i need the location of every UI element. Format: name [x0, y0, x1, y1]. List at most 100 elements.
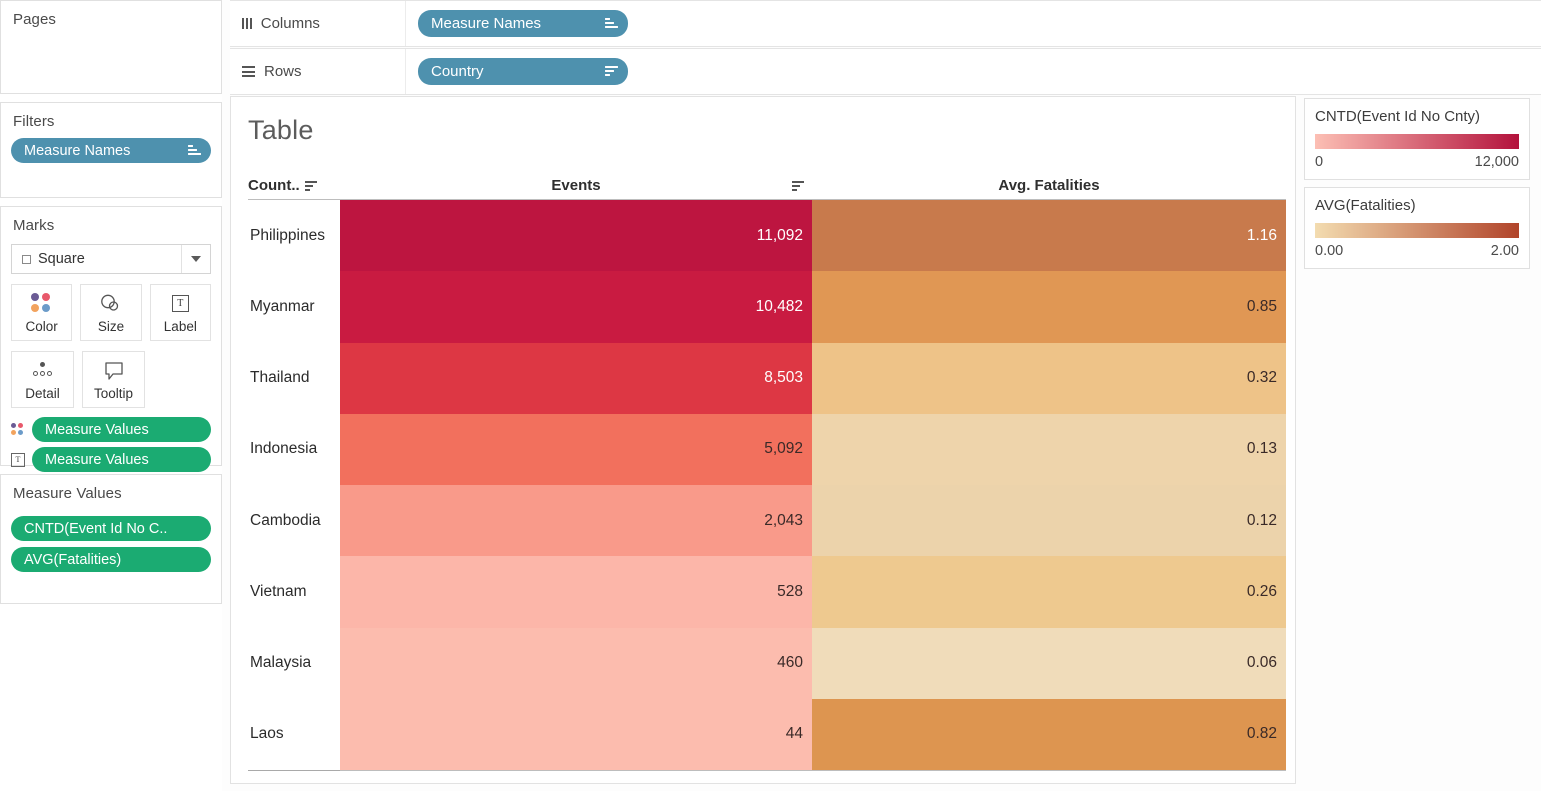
sort-ascending-icon[interactable]	[188, 145, 201, 156]
encoding-color-measure-values[interactable]: Measure Values	[11, 417, 211, 442]
cell-avg-fatalities[interactable]: 0.26	[812, 556, 1286, 628]
encoding-label-measure-values[interactable]: T Measure Values	[11, 447, 211, 472]
cell-events[interactable]: 11,092	[340, 200, 812, 272]
sort-icon[interactable]	[792, 180, 804, 191]
tooltip-button[interactable]: Tooltip	[82, 351, 145, 408]
cell-avg-fatalities[interactable]: 0.82	[812, 698, 1286, 770]
rows-shelf[interactable]: Rows Country	[230, 48, 1541, 95]
filter-pill-label: Measure Names	[24, 142, 131, 159]
legend-scale: 0.00 2.00	[1315, 243, 1519, 259]
columns-pill-label: Measure Names	[431, 15, 542, 32]
cell-avg-fatalities[interactable]: 0.13	[812, 413, 1286, 485]
marks-card: Marks Square Color Size T Label Detail T…	[0, 206, 222, 472]
country-column-border	[248, 770, 340, 771]
label-button[interactable]: T Label	[149, 284, 211, 341]
column-header-avg-fatalities[interactable]: Avg. Fatalities	[812, 172, 1286, 200]
size-button[interactable]: Size	[80, 284, 142, 341]
table-row: Malaysia 460 0.06	[248, 627, 1286, 699]
mark-type-select[interactable]: Square	[11, 244, 211, 274]
cell-avg-fatalities[interactable]: 0.32	[812, 342, 1286, 414]
filters-title: Filters	[13, 113, 55, 130]
row-header-country[interactable]: Vietnam	[248, 556, 340, 628]
visualization-pane: Table Count.. Events Avg. Fatalities Phi…	[230, 96, 1296, 784]
table-bottom-border	[248, 770, 1286, 771]
cell-events[interactable]: 44	[340, 698, 812, 770]
color-legend: AVG(Fatalities) 0.00 2.00	[1304, 187, 1530, 269]
color-legend: CNTD(Event Id No Cnty) 0 12,000	[1304, 98, 1530, 180]
measure-value-pill-avg[interactable]: AVG(Fatalities)	[11, 547, 211, 572]
table-row: Myanmar 10,482 0.85	[248, 271, 1286, 343]
table-row: Vietnam 528 0.26	[248, 556, 1286, 628]
cell-events[interactable]: 8,503	[340, 342, 812, 414]
sort-descending-icon[interactable]	[605, 66, 618, 77]
column-header-avg-fatalities-label: Avg. Fatalities	[998, 177, 1100, 194]
columns-icon	[242, 18, 252, 29]
page-title: Table	[248, 115, 314, 145]
measure-value-pill-label: AVG(Fatalities)	[24, 551, 122, 568]
encoding-pill[interactable]: Measure Values	[32, 417, 211, 442]
cell-events[interactable]: 10,482	[340, 271, 812, 343]
legend-max-value: 2.00	[1490, 243, 1519, 259]
column-header-events[interactable]: Events	[340, 172, 812, 200]
row-header-country[interactable]: Myanmar	[248, 271, 340, 343]
cell-events[interactable]: 5,092	[340, 413, 812, 485]
encoding-pill[interactable]: Measure Values	[32, 447, 211, 472]
color-dots-icon	[31, 292, 52, 316]
column-header-country[interactable]: Count..	[248, 172, 340, 200]
legend-title: CNTD(Event Id No Cnty)	[1315, 108, 1481, 125]
cell-avg-fatalities[interactable]: 0.12	[812, 485, 1286, 557]
row-header-country[interactable]: Philippines	[248, 200, 340, 272]
legend-gradient-bar[interactable]	[1315, 134, 1519, 149]
measure-value-pill-cntd[interactable]: CNTD(Event Id No C..	[11, 516, 211, 541]
pages-card: Pages	[0, 0, 222, 94]
rows-shelf-label: Rows	[264, 63, 302, 80]
legend-max-value: 12,000	[1474, 154, 1519, 170]
heatmap-table: Philippines 11,092 1.16 Myanmar 10,482 0.85 Th…	[248, 200, 1286, 771]
row-header-country[interactable]: Malaysia	[248, 627, 340, 699]
color-dots-icon	[11, 422, 25, 437]
filter-pill-measure-names[interactable]: Measure Names	[11, 138, 211, 163]
cell-events[interactable]: 460	[340, 627, 812, 699]
legend-min-value: 0	[1315, 154, 1324, 170]
columns-shelf[interactable]: Columns Measure Names	[230, 0, 1541, 47]
table-header-row: Count.. Events Avg. Fatalities	[231, 172, 1295, 200]
mark-type-label: Square	[38, 251, 85, 267]
cell-avg-fatalities[interactable]: 1.16	[812, 200, 1286, 272]
column-header-events-label: Events	[551, 177, 601, 194]
legend-panel: CNTD(Event Id No Cnty) 0 12,000 AVG(Fatalit…	[1304, 98, 1530, 276]
rows-pill-label: Country	[431, 63, 484, 80]
sort-icon[interactable]	[304, 180, 317, 191]
size-circles-icon	[99, 292, 123, 316]
legend-scale: 0 12,000	[1315, 154, 1519, 170]
marks-title: Marks	[13, 217, 55, 234]
marks-buttons-row-1: Color Size T Label	[11, 284, 211, 341]
detail-button[interactable]: Detail	[11, 351, 74, 408]
detail-button-label: Detail	[25, 385, 60, 401]
detail-dots-icon	[31, 359, 55, 383]
row-header-country[interactable]: Indonesia	[248, 413, 340, 485]
pages-title: Pages	[13, 11, 57, 28]
rows-icon	[242, 66, 255, 77]
cell-events[interactable]: 528	[340, 556, 812, 628]
table-row: Indonesia 5,092 0.13	[248, 413, 1286, 485]
chevron-down-icon[interactable]	[181, 245, 210, 273]
legend-gradient-bar[interactable]	[1315, 223, 1519, 238]
filters-card: Filters Measure Names	[0, 102, 222, 198]
legend-title: AVG(Fatalities)	[1315, 197, 1416, 214]
cell-avg-fatalities[interactable]: 0.85	[812, 271, 1286, 343]
measure-values-card: Measure Values CNTD(Event Id No C.. AVG(…	[0, 474, 222, 604]
sort-ascending-icon[interactable]	[605, 18, 618, 29]
cell-avg-fatalities[interactable]: 0.06	[812, 627, 1286, 699]
row-header-country[interactable]: Cambodia	[248, 485, 340, 557]
row-header-country[interactable]: Laos	[248, 698, 340, 770]
tooltip-bubble-icon	[102, 359, 126, 383]
columns-pill-measure-names[interactable]: Measure Names	[418, 10, 628, 37]
columns-shelf-label: Columns	[260, 15, 320, 32]
left-sidebar: Pages Filters Measure Names Marks Square	[0, 0, 222, 791]
rows-pill-country[interactable]: Country	[418, 58, 628, 85]
cell-events[interactable]: 2,043	[340, 485, 812, 557]
legend-min-value: 0.00	[1315, 243, 1344, 259]
label-button-label: Label	[163, 318, 197, 334]
color-button[interactable]: Color	[11, 284, 73, 341]
row-header-country[interactable]: Thailand	[248, 342, 340, 414]
